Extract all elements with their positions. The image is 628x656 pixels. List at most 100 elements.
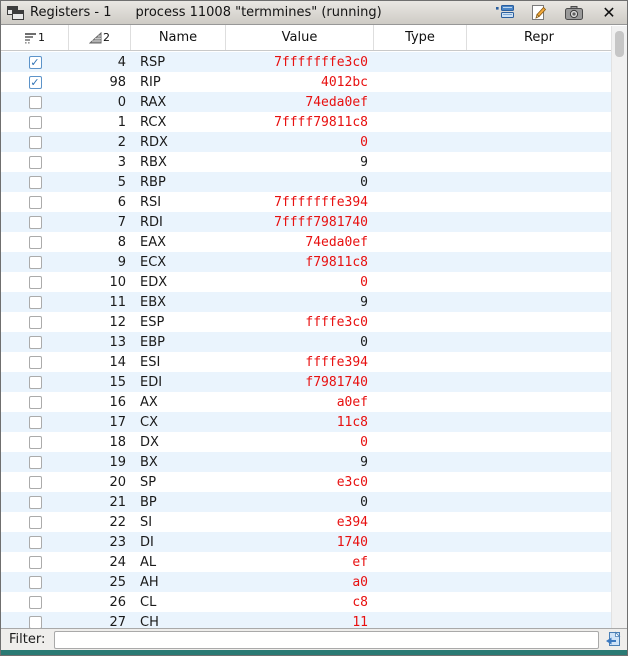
register-row[interactable]: 3 RBX 9 (1, 152, 611, 172)
register-row[interactable]: 11 EBX 9 (1, 292, 611, 312)
register-number: 16 (69, 395, 131, 410)
register-row[interactable]: 14 ESI ffffe394 (1, 352, 611, 372)
register-row[interactable]: 13 EBP 0 (1, 332, 611, 352)
favorite-checkbox[interactable] (29, 356, 42, 369)
favorite-checkbox[interactable] (29, 616, 42, 629)
register-row[interactable]: 15 EDI f7981740 (1, 372, 611, 392)
register-number: 13 (69, 335, 131, 350)
favorite-checkbox[interactable] (29, 596, 42, 609)
favorite-checkbox[interactable] (29, 276, 42, 289)
register-row[interactable]: 25 AH a0 (1, 572, 611, 592)
register-row[interactable]: 18 DX 0 (1, 432, 611, 452)
register-row[interactable]: 0 RAX 74eda0ef (1, 92, 611, 112)
register-number: 98 (69, 75, 131, 90)
register-row[interactable]: 23 DI 1740 (1, 532, 611, 552)
favorite-checkbox[interactable] (29, 456, 42, 469)
favorite-checkbox[interactable] (29, 376, 42, 389)
column-header-repr[interactable]: Repr (467, 25, 611, 50)
filter-label: Filter: (9, 632, 45, 647)
vertical-scrollbar[interactable] (611, 26, 627, 628)
favorite-checkbox[interactable] (29, 256, 42, 269)
register-row[interactable]: ✓ 4 RSP 7fffffffe3c0 (1, 52, 611, 72)
favorite-checkbox[interactable]: ✓ (29, 76, 42, 89)
enable-edits-button[interactable] (529, 4, 549, 22)
register-number: 1 (69, 115, 131, 130)
favorite-checkbox[interactable] (29, 436, 42, 449)
register-value: f79811c8 (226, 255, 374, 270)
register-name: EAX (131, 235, 226, 250)
register-row[interactable]: 27 CH 11 (1, 612, 611, 628)
register-number: 14 (69, 355, 131, 370)
register-row[interactable]: 24 AL ef (1, 552, 611, 572)
register-row[interactable]: 1 RCX 7ffff79811c8 (1, 112, 611, 132)
register-number: 27 (69, 615, 131, 629)
filter-input[interactable] (54, 631, 599, 649)
register-number: 19 (69, 455, 131, 470)
register-value: 7fffffffe394 (226, 195, 374, 210)
register-name: EDX (131, 275, 226, 290)
register-row[interactable]: 8 EAX 74eda0ef (1, 232, 611, 252)
select-registers-button[interactable] (494, 4, 514, 22)
favorite-checkbox[interactable] (29, 396, 42, 409)
favorite-checkbox[interactable] (29, 296, 42, 309)
register-row[interactable]: 16 AX a0ef (1, 392, 611, 412)
favorite-checkbox[interactable] (29, 236, 42, 249)
column-header-type[interactable]: Type (374, 25, 467, 50)
register-row[interactable]: 10 EDX 0 (1, 272, 611, 292)
sort-badge: 1 (38, 31, 45, 44)
register-value: 9 (226, 455, 374, 470)
register-row[interactable]: ✓ 98 RIP 4012bc (1, 72, 611, 92)
register-number: 11 (69, 295, 131, 310)
register-value: e394 (226, 515, 374, 530)
register-row[interactable]: 20 SP e3c0 (1, 472, 611, 492)
snapshot-button[interactable] (564, 4, 584, 22)
column-header-favorite[interactable]: 1 (1, 25, 69, 50)
register-row[interactable]: 26 CL c8 (1, 592, 611, 612)
register-number: 22 (69, 515, 131, 530)
favorite-checkbox[interactable]: ✓ (29, 56, 42, 69)
register-name: SI (131, 515, 226, 530)
register-name: SP (131, 475, 226, 490)
favorite-checkbox[interactable] (29, 96, 42, 109)
favorite-checkbox[interactable] (29, 116, 42, 129)
filter-options-button[interactable] (604, 631, 622, 649)
register-value: 1740 (226, 535, 374, 550)
register-row[interactable]: 17 CX 11c8 (1, 412, 611, 432)
close-button[interactable]: ✕ (599, 4, 619, 22)
register-row[interactable]: 9 ECX f79811c8 (1, 252, 611, 272)
register-value: 7ffff7981740 (226, 215, 374, 230)
register-name: ESP (131, 315, 226, 330)
register-row[interactable]: 22 SI e394 (1, 512, 611, 532)
register-row[interactable]: 7 RDI 7ffff7981740 (1, 212, 611, 232)
favorite-checkbox[interactable] (29, 176, 42, 189)
favorite-checkbox[interactable] (29, 516, 42, 529)
favorite-checkbox[interactable] (29, 576, 42, 589)
column-header-name[interactable]: Name (131, 25, 226, 50)
register-value: e3c0 (226, 475, 374, 490)
title-bar[interactable]: Registers - 1 process 11008 "termmines" … (1, 1, 627, 25)
register-row[interactable]: 19 BX 9 (1, 452, 611, 472)
favorite-checkbox[interactable] (29, 536, 42, 549)
register-row[interactable]: 5 RBP 0 (1, 172, 611, 192)
scrollbar-thumb[interactable] (615, 31, 624, 57)
favorite-checkbox[interactable] (29, 416, 42, 429)
favorite-checkbox[interactable] (29, 476, 42, 489)
favorite-checkbox[interactable] (29, 316, 42, 329)
register-row[interactable]: 2 RDX 0 (1, 132, 611, 152)
window-title: Registers - 1 (30, 5, 112, 20)
favorite-checkbox[interactable] (29, 156, 42, 169)
column-header-value[interactable]: Value (226, 25, 374, 50)
favorite-checkbox[interactable] (29, 216, 42, 229)
favorite-checkbox[interactable] (29, 136, 42, 149)
favorite-checkbox[interactable] (29, 496, 42, 509)
register-row[interactable]: 12 ESP ffffe3c0 (1, 312, 611, 332)
register-row[interactable]: 6 RSI 7fffffffe394 (1, 192, 611, 212)
favorite-checkbox[interactable] (29, 556, 42, 569)
register-value: 7ffff79811c8 (226, 115, 374, 130)
register-name: BP (131, 495, 226, 510)
register-row[interactable]: 21 BP 0 (1, 492, 611, 512)
column-header-number[interactable]: 2 (69, 25, 131, 50)
favorite-checkbox[interactable] (29, 196, 42, 209)
sort-order-1-icon (24, 32, 37, 44)
favorite-checkbox[interactable] (29, 336, 42, 349)
